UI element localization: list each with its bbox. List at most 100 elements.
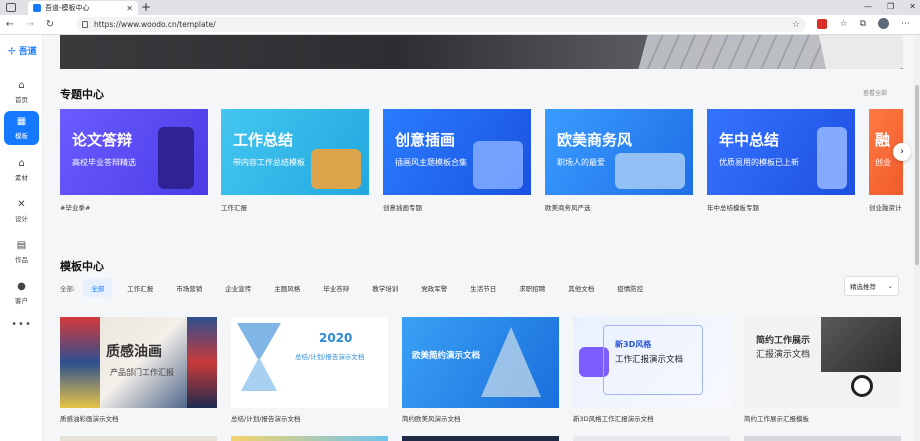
filter-chip[interactable]: 工作汇报 bbox=[119, 279, 161, 297]
template-card[interactable]: 欧美简约演示文档 bbox=[402, 317, 559, 408]
new-tab-button[interactable]: + bbox=[141, 1, 151, 14]
template-card-next-row[interactable] bbox=[573, 436, 730, 441]
browser-tab-bar: 吾道-模板中心 ✕ + — ❐ ✕ bbox=[0, 0, 920, 15]
sidebar-item-label: 素材 bbox=[15, 174, 28, 182]
sidebar-more-icon[interactable]: ••• bbox=[0, 319, 43, 330]
forward-icon[interactable]: → bbox=[20, 19, 40, 30]
topic-label[interactable]: #毕业季# bbox=[60, 202, 90, 212]
topic-subtitle: 优质易用的模板已上新 bbox=[719, 158, 799, 167]
template-label[interactable]: 简约工作展示汇报模板 bbox=[744, 413, 809, 423]
topic-headline: 年中总结 bbox=[719, 131, 780, 149]
filter-chip[interactable]: 市场营销 bbox=[168, 279, 210, 297]
template-card-next-row[interactable] bbox=[60, 436, 217, 441]
brand-name: 吾道 bbox=[18, 47, 37, 57]
filter-chip[interactable]: 主题风格 bbox=[266, 279, 308, 297]
filter-chip-all[interactable]: 全部 bbox=[83, 279, 113, 297]
address-bar[interactable]: https://www.woodo.cn/template/ ☆ bbox=[76, 17, 806, 32]
template-card-next-row[interactable] bbox=[744, 436, 901, 441]
template-card[interactable]: 2020 总结/计划/报告演示文档 bbox=[231, 317, 388, 408]
see-all-link[interactable]: 查看全部 bbox=[863, 88, 887, 97]
main-content: 专题中心 查看全部 论文答辩 高校毕业答辩精选 工作总结 带内容工作总结模板 创… bbox=[43, 35, 920, 441]
filter-chip[interactable]: 企业宣传 bbox=[217, 279, 259, 297]
template-label[interactable]: 质感油彩画演示文档 bbox=[60, 413, 119, 423]
close-tab-icon[interactable]: ✕ bbox=[126, 4, 133, 13]
browser-tab[interactable]: 吾道-模板中心 ✕ bbox=[28, 1, 138, 15]
profile-avatar-icon[interactable] bbox=[878, 18, 889, 29]
template-card[interactable]: 质感油画 产品部门工作汇报 bbox=[60, 317, 217, 408]
topic-headline: 创意插画 bbox=[395, 131, 456, 149]
filter-chip[interactable]: 毕业答辩 bbox=[315, 279, 357, 297]
url-text: https://www.woodo.cn/template/ bbox=[94, 20, 216, 29]
topic-subtitle: 插画风主题模板合集 bbox=[395, 158, 467, 167]
sidebar-item-label: 模板 bbox=[15, 132, 28, 140]
template-subline: 汇报演示文档 bbox=[756, 350, 811, 360]
topic-label[interactable]: 工作汇报 bbox=[221, 202, 247, 212]
browser-extensions: ☆ ⧉ ⋯ bbox=[817, 18, 910, 29]
topic-card[interactable]: 论文答辩 高校毕业答辩精选 bbox=[60, 109, 208, 195]
filter-chip[interactable]: 生活节日 bbox=[462, 279, 504, 297]
template-card[interactable]: 简约工作展示 汇报演示文档 bbox=[744, 317, 901, 408]
topic-illustration bbox=[817, 127, 847, 189]
app-sidebar: ✢ 吾道 ⌂ 首页 ▦ 模板 ⌂ 素材 ✕ 设计 ▤ 作品 ● 客户 ••• bbox=[0, 35, 43, 441]
material-icon: ⌂ bbox=[18, 158, 25, 169]
close-window-icon[interactable]: ✕ bbox=[909, 0, 916, 14]
filter-chip[interactable]: 教学培训 bbox=[364, 279, 406, 297]
template-card-next-row[interactable] bbox=[402, 436, 559, 441]
chevron-down-icon: ⌄ bbox=[887, 282, 893, 290]
scrollbar-thumb[interactable] bbox=[915, 85, 919, 265]
template-card-next-row[interactable] bbox=[231, 436, 388, 441]
template-label[interactable]: 总结/计划/报告演示文档 bbox=[231, 413, 300, 423]
topic-label[interactable]: 年中总结模板专题 bbox=[707, 202, 759, 212]
template-grid-icon: ▦ bbox=[16, 116, 27, 127]
template-card[interactable]: 新3D风格 工作汇报演示文档 bbox=[573, 317, 730, 408]
topic-label[interactable]: 欧美商务风严选 bbox=[545, 202, 591, 212]
sidebar-item-templates[interactable]: ▦ 模板 bbox=[4, 111, 39, 145]
topic-card[interactable]: 年中总结 优质易用的模板已上新 bbox=[707, 109, 855, 195]
refresh-icon[interactable]: ↻ bbox=[40, 19, 60, 30]
topic-card[interactable]: 欧美商务风 职场人的最爱 bbox=[545, 109, 693, 195]
filter-chip[interactable]: 疫情防控 bbox=[609, 279, 651, 297]
template-subline: 产品部门工作汇报 bbox=[110, 368, 174, 377]
page-scrollbar[interactable] bbox=[914, 35, 920, 441]
sidebar-item-home[interactable]: ⌂ 首页 bbox=[4, 75, 39, 109]
laptop-photo-decor bbox=[821, 317, 901, 372]
back-icon[interactable]: ← bbox=[0, 19, 20, 30]
sidebar-item-design[interactable]: ✕ 设计 bbox=[4, 194, 39, 228]
topic-label[interactable]: 创业融资计 bbox=[869, 202, 902, 212]
site-favicon-icon bbox=[33, 4, 41, 12]
carousel-next-icon[interactable]: › bbox=[893, 143, 911, 161]
topic-label[interactable]: 创意插画专题 bbox=[383, 202, 422, 212]
triangle-decor bbox=[237, 323, 281, 361]
filter-chip[interactable]: 求职招聘 bbox=[511, 279, 553, 297]
sidebar-item-label: 客户 bbox=[15, 297, 28, 305]
topics-section-title: 专题中心 bbox=[60, 88, 104, 101]
hero-banner[interactable] bbox=[60, 35, 903, 69]
topic-headline: 论文答辩 bbox=[72, 131, 133, 149]
sort-dropdown[interactable]: 精选推荐 ⌄ bbox=[844, 276, 899, 296]
topic-subtitle: 创业 bbox=[875, 158, 891, 167]
filter-chip[interactable]: 党政军警 bbox=[413, 279, 455, 297]
template-label[interactable]: 简约欧美风演示文档 bbox=[402, 413, 461, 423]
settings-more-icon[interactable]: ⋯ bbox=[901, 19, 910, 29]
template-label[interactable]: 新3D风格工作汇报演示文档 bbox=[573, 413, 654, 423]
template-headline: 简约工作展示 bbox=[756, 336, 811, 346]
favorite-star-icon[interactable]: ☆ bbox=[792, 20, 800, 30]
restore-icon[interactable]: ❐ bbox=[887, 0, 894, 14]
topic-card[interactable]: 工作总结 带内容工作总结模板 bbox=[221, 109, 369, 195]
topic-card[interactable]: 创意插画 插画风主题模板合集 bbox=[383, 109, 531, 195]
filter-chip[interactable]: 其他文档 bbox=[560, 279, 602, 297]
template-subline: 总结/计划/报告演示文档 bbox=[295, 353, 365, 361]
brand-logo[interactable]: ✢ 吾道 bbox=[8, 44, 37, 57]
topic-headline: 工作总结 bbox=[233, 131, 294, 149]
extension-icon[interactable] bbox=[817, 18, 828, 29]
sidebar-item-customers[interactable]: ● 客户 bbox=[4, 276, 39, 310]
sidebar-item-material[interactable]: ⌂ 素材 bbox=[4, 153, 39, 187]
minimize-icon[interactable]: — bbox=[864, 0, 872, 14]
browser-tab-title: 吾道-模板中心 bbox=[45, 4, 90, 12]
favorites-icon[interactable]: ☆ bbox=[839, 19, 847, 29]
lock-icon bbox=[82, 21, 88, 28]
sort-value: 精选推荐 bbox=[850, 283, 876, 291]
sidebar-item-works[interactable]: ▤ 作品 bbox=[4, 235, 39, 269]
collections-icon[interactable]: ⧉ bbox=[860, 19, 866, 29]
tab-actions-icon[interactable] bbox=[0, 0, 22, 15]
